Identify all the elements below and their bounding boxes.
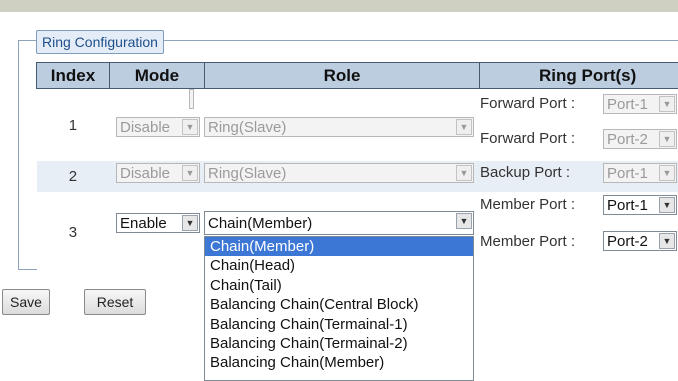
dropdown-option-balancing-terminal-1[interactable]: Balancing Chain(Termainal-1) <box>205 315 473 334</box>
header-ring-ports: Ring Port(s) <box>480 63 678 89</box>
dropdown-option-balancing-member[interactable]: Balancing Chain(Member) <box>205 353 473 372</box>
mode-select-row-3[interactable]: Enable ▼ <box>116 213 200 233</box>
dropdown-option-chain-member[interactable]: Chain(Member) <box>205 237 473 256</box>
port-label: Forward Port : <box>480 130 575 147</box>
chevron-down-icon: ▼ <box>659 96 675 112</box>
header-index: Index <box>37 63 110 89</box>
header-role: Role <box>204 63 479 89</box>
port-select-row-3-a[interactable]: Port-1 ▼ <box>603 195 677 215</box>
header-mode: Mode <box>109 63 204 89</box>
reset-button[interactable]: Reset <box>84 289 146 315</box>
chevron-down-icon: ▼ <box>456 119 472 135</box>
role-select-row-3[interactable]: Chain(Member) ▼ <box>204 211 474 235</box>
mode-select-value: Enable <box>120 215 167 232</box>
role-select-value: Ring(Slave) <box>208 165 286 182</box>
role-select-value: Ring(Slave) <box>208 119 286 136</box>
row-index: 2 <box>37 161 110 192</box>
chevron-down-icon: ▼ <box>659 197 675 213</box>
dropdown-option-balancing-terminal-2[interactable]: Balancing Chain(Termainal-2) <box>205 334 473 353</box>
mode-select-value: Disable <box>120 119 170 136</box>
chevron-down-icon: ▼ <box>659 165 675 181</box>
port-select-value: Port-1 <box>607 197 648 214</box>
port-label: Forward Port : <box>480 95 575 112</box>
chevron-down-icon: ▼ <box>182 165 198 181</box>
port-select-row-1-b[interactable]: Port-2 ▼ <box>603 129 677 149</box>
mode-select-row-1[interactable]: Disable ▼ <box>116 117 200 137</box>
fieldset-legend: Ring Configuration <box>36 30 164 54</box>
chevron-down-icon: ▼ <box>456 165 472 181</box>
port-label: Member Port : <box>480 196 575 213</box>
row-index: 1 <box>37 89 110 162</box>
port-select-value: Port-1 <box>607 96 648 113</box>
port-select-value: Port-2 <box>607 233 648 250</box>
mode-select-row-2[interactable]: Disable ▼ <box>116 163 200 183</box>
chevron-down-icon: ▼ <box>182 215 198 231</box>
role-dropdown-list: Chain(Member) Chain(Head) Chain(Tail) Ba… <box>204 236 474 381</box>
role-select-value: Chain(Member) <box>208 215 312 232</box>
save-button[interactable]: Save <box>2 289 50 315</box>
mode-select-value: Disable <box>120 165 170 182</box>
chevron-down-icon: ▼ <box>456 213 472 229</box>
chevron-down-icon: ▼ <box>182 119 198 135</box>
table-header-row: Index Mode Role Ring Port(s) <box>37 63 678 89</box>
role-select-row-2[interactable]: Ring(Slave) ▼ <box>204 163 474 183</box>
dropdown-option-balancing-central-block[interactable]: Balancing Chain(Central Block) <box>205 295 473 314</box>
chevron-down-icon: ▼ <box>659 233 675 249</box>
port-select-value: Port-2 <box>607 131 648 148</box>
row-index: 3 <box>37 192 110 272</box>
chevron-down-icon: ▼ <box>659 131 675 147</box>
top-band <box>0 0 678 12</box>
role-select-row-1[interactable]: Ring(Slave) ▼ <box>204 117 474 137</box>
port-select-row-3-b[interactable]: Port-2 ▼ <box>603 231 677 251</box>
port-select-row-2[interactable]: Port-1 ▼ <box>603 163 677 183</box>
dropdown-option-chain-tail[interactable]: Chain(Tail) <box>205 276 473 295</box>
dropdown-option-chain-head[interactable]: Chain(Head) <box>205 256 473 275</box>
port-select-row-1-a[interactable]: Port-1 ▼ <box>603 94 677 114</box>
port-label: Member Port : <box>480 233 575 250</box>
port-select-value: Port-1 <box>607 165 648 182</box>
port-label: Backup Port : <box>480 164 570 181</box>
